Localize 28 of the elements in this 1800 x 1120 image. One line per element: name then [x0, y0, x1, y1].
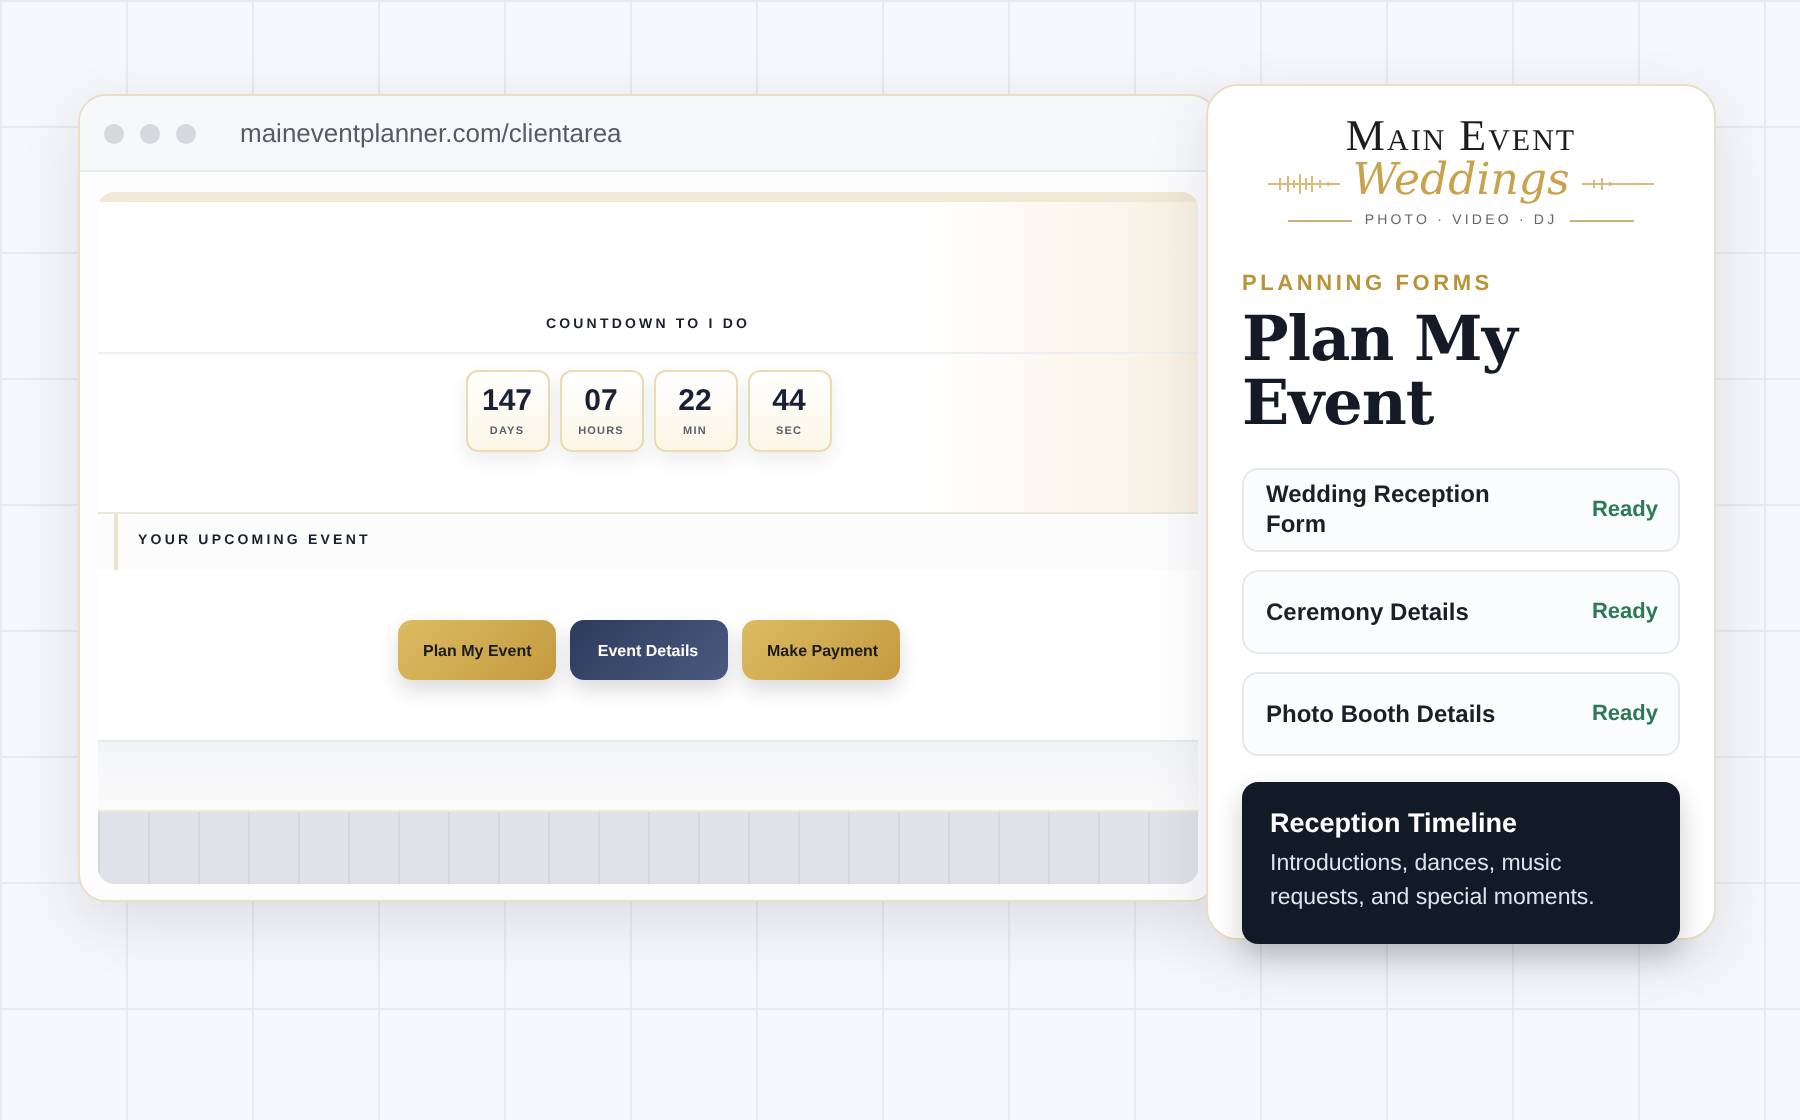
sound-wave-icon [1268, 171, 1341, 195]
window-dot[interactable] [104, 123, 124, 143]
timeline-card[interactable]: Reception Timeline Introductions, dances, music requests, and special moments. [1242, 782, 1680, 944]
action-button[interactable]: Plan My Event [397, 620, 555, 680]
form-item[interactable]: Ceremony Details Ready [1242, 570, 1680, 654]
status-label: Ready [1591, 498, 1658, 522]
window-dot[interactable] [140, 123, 160, 143]
form-title: Photo Booth Details [1266, 699, 1498, 729]
countdown-value: 07 [584, 384, 618, 420]
form-item[interactable]: Photo Booth Details Ready [1242, 672, 1680, 756]
logo-text: Main Event [1345, 112, 1577, 160]
window-dot[interactable] [176, 123, 196, 143]
action-button[interactable]: Make Payment [741, 620, 899, 680]
form-title: Wedding Reception Form [1266, 480, 1492, 540]
countdown-value: 22 [678, 384, 712, 420]
form-title: Ceremony Details [1266, 597, 1471, 627]
panel-title: Plan My Event [1242, 308, 1522, 436]
form-item[interactable]: Wedding Reception Form Ready [1242, 468, 1680, 552]
card-description: Introductions, dances, music requests, and special moments. [1270, 850, 1597, 914]
logo-script: Weddings [1352, 158, 1570, 206]
section-eyebrow: PLANNING FORMS [1242, 272, 1495, 296]
action-button[interactable]: Event Details [569, 620, 727, 680]
status-label: Ready [1591, 600, 1658, 624]
address-bar-url[interactable]: maineventplanner.com/clientarea [240, 118, 622, 148]
card-title: Reception Timeline [1270, 808, 1520, 838]
countdown-value: 44 [772, 384, 806, 420]
countdown-value: 147 [481, 384, 533, 420]
status-label: Ready [1591, 702, 1658, 726]
